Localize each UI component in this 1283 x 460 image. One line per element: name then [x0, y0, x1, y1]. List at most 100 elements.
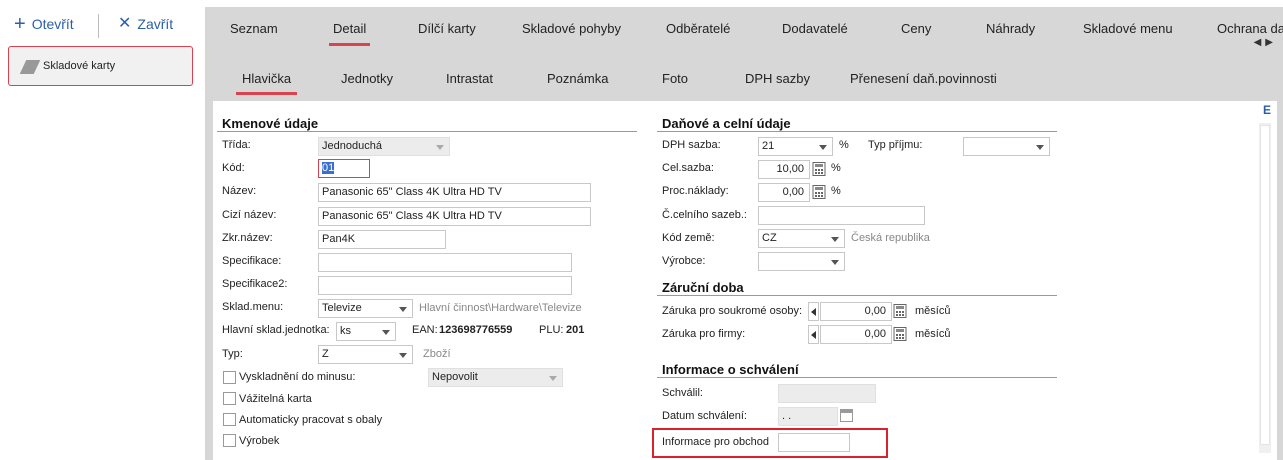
calculator-icon[interactable] [893, 327, 907, 341]
tab-dodavatele[interactable]: Dodavatelé [782, 21, 848, 36]
sklad-menu-select[interactable]: Televize [318, 299, 413, 318]
schvalil-label: Schválil: [662, 387, 703, 399]
calendar-icon[interactable] [840, 409, 853, 422]
chevron-down-icon [382, 330, 390, 335]
chevron-down-icon [1036, 145, 1044, 150]
celniho-sazeb-label: Č.celního sazeb.: [662, 209, 747, 221]
subtab-poznamka[interactable]: Poznámka [547, 71, 608, 86]
scrollbar-thumb[interactable] [1260, 125, 1270, 445]
specifikace2-input[interactable] [318, 276, 572, 295]
tab-odberatele[interactable]: Odběratelé [666, 21, 730, 36]
tab-dilci-karty[interactable]: Dílčí karty [418, 21, 476, 36]
kod-input[interactable]: 01 [318, 159, 370, 178]
kod-value: 01 [322, 162, 335, 174]
subtab-intrastat[interactable]: Intrastat [446, 71, 493, 86]
chevron-down-icon [819, 145, 827, 150]
close-icon: ✕ [118, 15, 132, 32]
section-title-danove: Daňové a celní údaje [662, 116, 791, 131]
tab-nahrady[interactable]: Náhrady [986, 21, 1035, 36]
kod-zeme-label: Kód země: [662, 232, 715, 244]
subtab-foto[interactable]: Foto [662, 71, 688, 86]
typ-select[interactable]: Z [318, 345, 413, 364]
cizi-nazev-input[interactable]: Panasonic 65" Class 4K Ultra HD TV [318, 207, 591, 226]
subtab-hlavicka[interactable]: Hlavička [235, 71, 298, 95]
zaruka-firmy-spin[interactable] [808, 325, 819, 344]
vertical-scrollbar[interactable] [1259, 123, 1271, 453]
calculator-icon[interactable] [893, 304, 907, 318]
vyskladneni-label: Vyskladnění do minusu: [239, 371, 356, 383]
kod-label: Kód: [222, 162, 245, 174]
sklad-menu-label: Sklad.menu: [222, 301, 284, 313]
toolbar-separator [98, 14, 99, 38]
left-toolbar: + Otevřít ✕ Zavřít [0, 0, 200, 44]
vazitelna-checkbox[interactable] [223, 392, 236, 405]
specifikace2-label: Specifikace2: [222, 278, 288, 290]
zaruka-soukr-spin[interactable] [808, 302, 819, 321]
vyrobek-label: Výrobek [239, 435, 280, 447]
subtab-dph-sazby[interactable]: DPH sazby [745, 71, 810, 86]
vazitelna-label: Vážitelná karta [239, 393, 312, 405]
proc-naklady-input[interactable]: 0,00 [758, 183, 810, 202]
zaruka-soukr-unit: měsíců [915, 305, 951, 317]
typ-prijmu-label: Typ příjmu: [868, 139, 923, 151]
zaruka-soukr-input[interactable]: 0,00 [820, 302, 892, 321]
calculator-icon[interactable] [812, 185, 826, 199]
typ-hint: Zboží [423, 348, 451, 360]
tab-detail[interactable]: Detail [328, 21, 371, 46]
zkr-nazev-label: Zkr.název: [222, 232, 273, 244]
chevron-down-icon [549, 376, 557, 381]
jednotka-select[interactable]: ks [336, 322, 396, 341]
detail-panel: E Kmenové údaje Třída: Jednoduchá Kód: 0… [213, 101, 1277, 460]
chevron-down-icon [831, 237, 839, 242]
tab-seznam[interactable]: Seznam [230, 21, 278, 36]
tab-skladove-pohyby[interactable]: Skladové pohyby [522, 21, 621, 36]
tab-skladove-menu[interactable]: Skladové menu [1083, 21, 1173, 36]
tab-ceny[interactable]: Ceny [901, 21, 931, 36]
zaruka-firmy-unit: měsíců [915, 328, 951, 340]
vyskladneni-checkbox[interactable] [223, 371, 236, 384]
nav-item-skladove-karty[interactable]: Skladové karty [8, 46, 193, 86]
close-button[interactable]: ✕ Zavřít [118, 15, 173, 33]
kod-zeme-select[interactable]: CZ [758, 229, 845, 248]
section-title-kmenove: Kmenové údaje [222, 116, 319, 131]
section-title-zaruka: Záruční doba [662, 280, 744, 295]
tabs-scroll-arrows[interactable]: ◀▶ [1254, 37, 1277, 48]
nazev-input[interactable]: Panasonic 65" Class 4K Ultra HD TV [318, 183, 591, 202]
vyrobce-select[interactable] [758, 252, 845, 271]
obaly-label: Automaticky pracovat s obaly [239, 414, 383, 426]
dph-select[interactable]: 21 [758, 137, 833, 156]
zaruka-firmy-input[interactable]: 0,00 [820, 325, 892, 344]
obaly-checkbox[interactable] [223, 413, 236, 426]
cel-sazba-input[interactable]: 10,00 [758, 160, 810, 179]
specifikace-input[interactable] [318, 253, 572, 272]
proc-naklady-pct: % [831, 185, 841, 197]
datum-schvaleni-input[interactable]: . . [778, 407, 838, 426]
nazev-label: Název: [222, 185, 257, 197]
edit-icon[interactable]: E [1263, 103, 1271, 117]
trida-select[interactable]: Jednoduchá [318, 137, 450, 156]
subtab-jednotky[interactable]: Jednotky [341, 71, 393, 86]
informace-obchod-input[interactable] [778, 433, 850, 452]
typ-label: Typ: [222, 348, 243, 360]
plu-value: 201 [566, 324, 585, 336]
open-button[interactable]: + Otevřít [14, 13, 74, 35]
subtab-preneseni[interactable]: Přenesení daň.povinnosti [850, 71, 997, 86]
section-title-schvaleni: Informace o schválení [662, 362, 799, 377]
schvalil-input[interactable] [778, 384, 876, 403]
section-divider [657, 131, 1057, 132]
section-divider [657, 377, 1057, 378]
vyskladneni-value: Nepovolit [432, 371, 478, 383]
vyskladneni-select[interactable]: Nepovolit [428, 368, 563, 387]
celniho-sazeb-input[interactable] [758, 206, 925, 225]
vyrobek-checkbox[interactable] [223, 434, 236, 447]
sub-tabs: Hlavička Jednotky Intrastat Poznámka Fot… [205, 67, 1283, 97]
chevron-down-icon [436, 145, 444, 150]
tab-ochrana[interactable]: Ochrana da [1217, 21, 1283, 36]
plus-icon: + [14, 13, 26, 35]
cizi-nazev-label: Cizí název: [222, 209, 277, 221]
calculator-icon[interactable] [812, 162, 826, 176]
zaruka-firmy-label: Záruka pro firmy: [662, 328, 746, 340]
cel-sazba-pct: % [831, 162, 841, 174]
typ-prijmu-select[interactable] [963, 137, 1050, 156]
zkr-nazev-input[interactable]: Pan4K [318, 230, 446, 249]
